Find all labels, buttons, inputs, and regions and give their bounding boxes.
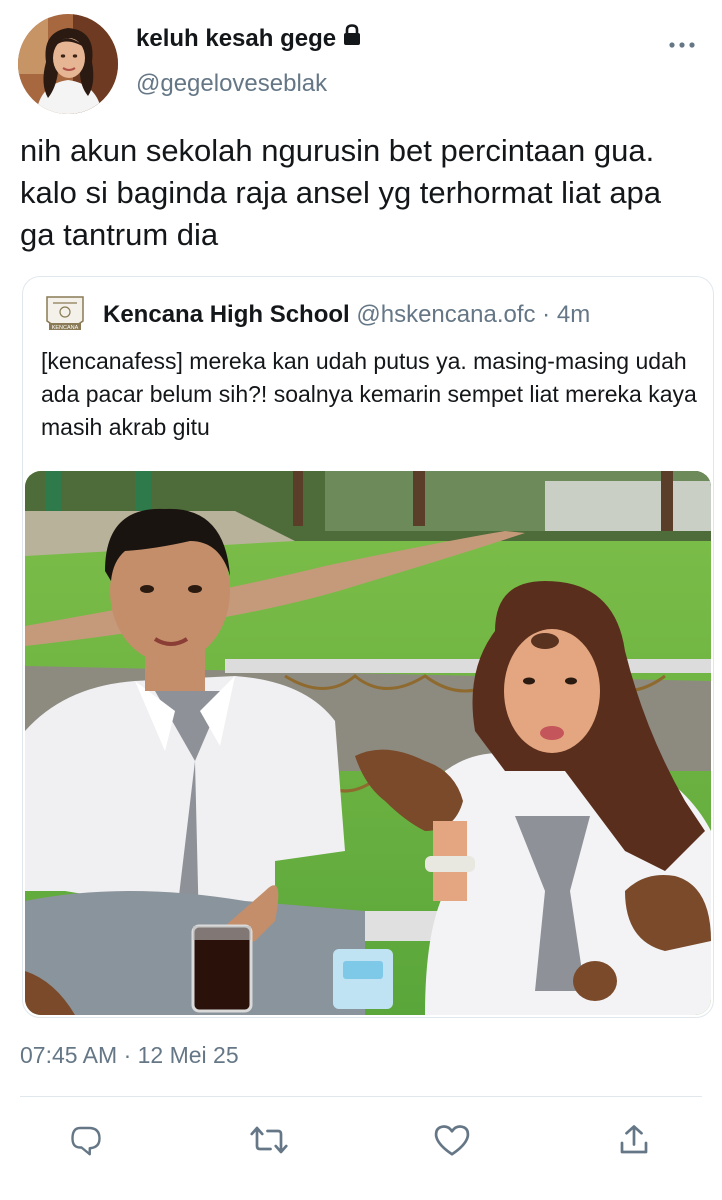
tweet-text: nih akun sekolah ngurusin bet percintaan… (20, 133, 662, 252)
avatar[interactable] (18, 14, 118, 114)
quoted-author[interactable]: Kencana High School @hskencana.ofc · 4m (103, 301, 590, 329)
quoted-time: 4m (556, 301, 591, 328)
display-name-text: keluh kesah gege (136, 24, 337, 52)
school-logo: KENCANA (43, 295, 87, 335)
tweet-header: keluh kesah gege @gegeloveseblak (18, 14, 708, 118)
quoted-tweet[interactable]: KENCANA Kencana High School @hskencana.o… (22, 276, 714, 1018)
retweet-icon[interactable] (247, 1118, 291, 1162)
school-logo-text: KENCANA (52, 325, 79, 331)
quoted-author-handle: @hskencana.ofc (356, 301, 536, 328)
quoted-text: [kencanafess] mereka kan udah putus ya. … (41, 348, 697, 440)
quoted-photo[interactable] (25, 471, 711, 1015)
avatar-image (18, 14, 118, 114)
user-handle[interactable]: @gegeloveseblak (136, 70, 327, 98)
quoted-separator: · (535, 301, 557, 328)
more-horizontal-icon[interactable] (666, 36, 698, 54)
reply-icon[interactable] (64, 1118, 108, 1162)
tweet-timestamp[interactable]: 07:45 AM · 12 Mei 25 (20, 1042, 239, 1069)
share-icon[interactable] (612, 1118, 656, 1162)
heart-icon[interactable] (430, 1118, 474, 1162)
tweet-actions (0, 1118, 722, 1168)
photo-image (25, 471, 711, 1015)
divider (20, 1096, 702, 1097)
quoted-author-name: Kencana High School (103, 301, 350, 328)
lock-icon (342, 24, 362, 53)
display-name[interactable]: keluh kesah gege (136, 24, 362, 53)
